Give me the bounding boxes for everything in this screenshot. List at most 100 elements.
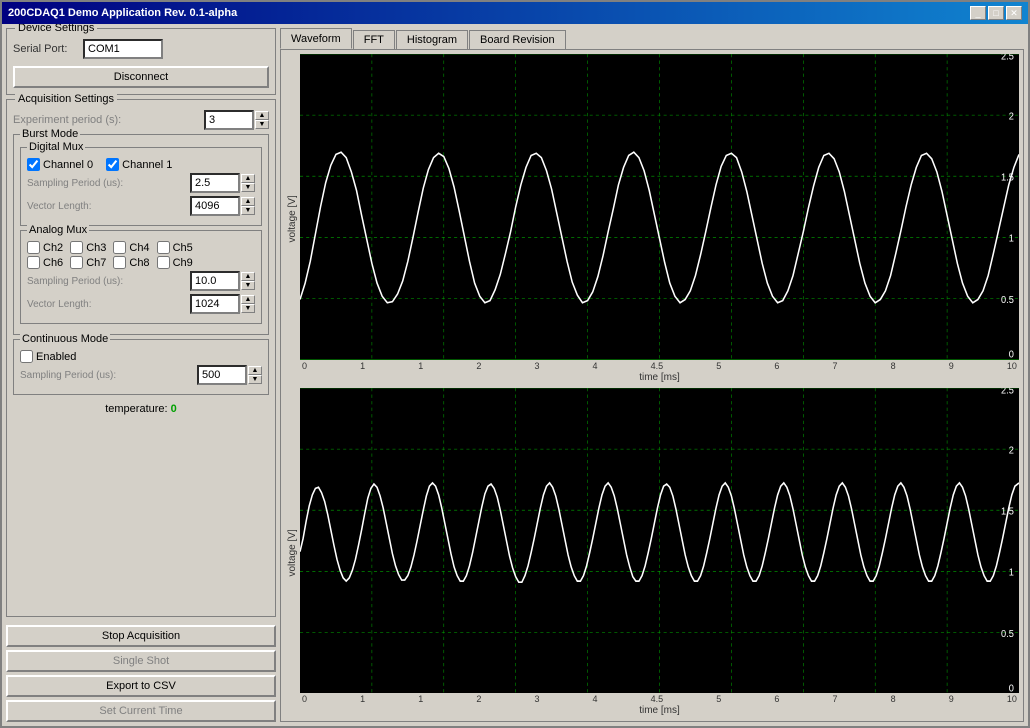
- continuous-sampling-row: Sampling Period (us): ▲ ▼: [20, 365, 262, 385]
- digital-mux-group: Digital Mux Channel 0 Channel 1 Sampling…: [20, 147, 262, 226]
- digital-vector-input[interactable]: [190, 196, 240, 216]
- channel0-checkbox[interactable]: [27, 158, 40, 171]
- svg-text:0.5: 0.5: [1001, 295, 1014, 306]
- ch5-checkbox[interactable]: [157, 241, 170, 254]
- digital-sampling-down[interactable]: ▼: [241, 183, 255, 192]
- chart2-container: 2.5 2 1.5 1 0.5 0: [300, 388, 1019, 694]
- analog-sampling-input[interactable]: [190, 271, 240, 291]
- chart1-svg: 2.5 2 1.5 1 0.5 0: [300, 54, 1019, 360]
- continuous-sampling-up[interactable]: ▲: [248, 366, 262, 375]
- analog-vector-btns: ▲ ▼: [241, 295, 255, 313]
- digital-sampling-up[interactable]: ▲: [241, 174, 255, 183]
- ch8-label: Ch8: [129, 257, 149, 269]
- stop-acquisition-button[interactable]: Stop Acquisition: [6, 625, 276, 647]
- analog-vector-row: Vector Length: ▲ ▼: [27, 294, 255, 314]
- disconnect-button[interactable]: Disconnect: [13, 66, 269, 88]
- chart1-x-ticks: 0 1 1 2 3 4 4.5 5 6 7 8 9 10: [300, 360, 1019, 371]
- svg-text:2.5: 2.5: [1001, 388, 1014, 397]
- analog-mux-group: Analog Mux Ch2 Ch3 Ch4 Ch5 Ch6 Ch7: [20, 230, 262, 324]
- temperature-value: 0: [171, 403, 177, 415]
- digital-sampling-input[interactable]: [190, 173, 240, 193]
- chart1-container: 2.5 2 1.5 1 0.5 0: [300, 54, 1019, 360]
- analog-sampling-label: Sampling Period (us):: [27, 276, 190, 287]
- ch4-checkbox[interactable]: [113, 241, 126, 254]
- analog-channels-row1: Ch2 Ch3 Ch4 Ch5 Ch6 Ch7 Ch8 Ch9: [27, 241, 255, 269]
- continuous-mode-title: Continuous Mode: [20, 333, 110, 345]
- ch3-checkbox[interactable]: [70, 241, 83, 254]
- ch9-checkbox[interactable]: [157, 256, 170, 269]
- ch7-label: Ch7: [86, 257, 106, 269]
- experiment-period-up[interactable]: ▲: [255, 111, 269, 120]
- digital-sampling-btns: ▲ ▼: [241, 174, 255, 192]
- chart2-svg: 2.5 2 1.5 1 0.5 0: [300, 388, 1019, 694]
- serial-port-input[interactable]: [83, 39, 163, 59]
- export-csv-button[interactable]: Export to CSV: [6, 675, 276, 697]
- svg-text:1: 1: [1009, 567, 1014, 578]
- maximize-button[interactable]: □: [988, 6, 1004, 20]
- continuous-sampling-label: Sampling Period (us):: [20, 370, 197, 381]
- content-area: Device Settings Serial Port: Disconnect …: [2, 24, 1028, 726]
- burst-mode-group: Burst Mode Digital Mux Channel 0 Channel…: [13, 134, 269, 335]
- ch8-checkbox[interactable]: [113, 256, 126, 269]
- right-panel: Waveform FFT Histogram Board Revision vo…: [280, 28, 1024, 722]
- burst-mode-title: Burst Mode: [20, 128, 80, 140]
- tab-fft[interactable]: FFT: [353, 30, 395, 49]
- continuous-sampling-input[interactable]: [197, 365, 247, 385]
- analog-vector-down[interactable]: ▼: [241, 304, 255, 313]
- ch4-label: Ch4: [129, 242, 149, 254]
- experiment-period-input[interactable]: [204, 110, 254, 130]
- set-current-time-button[interactable]: Set Current Time: [6, 700, 276, 722]
- channel0-row: Channel 0 Channel 1: [27, 158, 255, 171]
- chart2-with-axis: 2.5 2 1.5 1 0.5 0 0: [300, 388, 1019, 718]
- chart2-x-label: time [ms]: [300, 704, 1019, 717]
- continuous-enabled-checkbox[interactable]: [20, 350, 33, 363]
- minimize-button[interactable]: _: [970, 6, 986, 20]
- analog-vector-label: Vector Length:: [27, 299, 190, 310]
- analog-sampling-spinner: ▲ ▼: [190, 271, 255, 291]
- svg-text:1: 1: [1009, 233, 1014, 244]
- tab-bar: Waveform FFT Histogram Board Revision: [280, 28, 1024, 49]
- channel1-checkbox[interactable]: [106, 158, 119, 171]
- ch3-label: Ch3: [86, 242, 106, 254]
- main-window: 200CDAQ1 Demo Application Rev. 0.1-alpha…: [0, 0, 1030, 728]
- continuous-sampling-down[interactable]: ▼: [248, 375, 262, 384]
- acquisition-settings-group: Acquisition Settings Experiment period (…: [6, 99, 276, 617]
- continuous-sampling-spinner: ▲ ▼: [197, 365, 262, 385]
- ch2-checkbox[interactable]: [27, 241, 40, 254]
- ch6-label: Ch6: [43, 257, 63, 269]
- ch7-checkbox[interactable]: [70, 256, 83, 269]
- analog-sampling-down[interactable]: ▼: [241, 281, 255, 290]
- experiment-period-down[interactable]: ▼: [255, 120, 269, 129]
- left-panel: Device Settings Serial Port: Disconnect …: [6, 28, 276, 722]
- analog-sampling-up[interactable]: ▲: [241, 272, 255, 281]
- tab-waveform[interactable]: Waveform: [280, 28, 352, 49]
- digital-vector-down[interactable]: ▼: [241, 206, 255, 215]
- analog-vector-up[interactable]: ▲: [241, 295, 255, 304]
- analog-vector-input[interactable]: [190, 294, 240, 314]
- ch5-label: Ch5: [173, 242, 193, 254]
- acquisition-settings-title: Acquisition Settings: [15, 93, 117, 105]
- continuous-enabled-row: Enabled: [20, 350, 262, 363]
- temperature-row: temperature: 0: [13, 399, 269, 419]
- experiment-period-spinner: ▲ ▼: [204, 110, 269, 130]
- tab-histogram[interactable]: Histogram: [396, 30, 468, 49]
- device-settings-title: Device Settings: [15, 24, 97, 34]
- digital-sampling-label: Sampling Period (us):: [27, 178, 190, 189]
- chart1-x-label: time [ms]: [300, 371, 1019, 384]
- analog-vector-spinner: ▲ ▼: [190, 294, 255, 314]
- chart2-x-ticks: 0 1 1 2 3 4 4.5 5 6 7 8 9 10: [300, 693, 1019, 704]
- tab-board-revision[interactable]: Board Revision: [469, 30, 566, 49]
- single-shot-button[interactable]: Single Shot: [6, 650, 276, 672]
- window-title: 200CDAQ1 Demo Application Rev. 0.1-alpha: [8, 7, 237, 19]
- digital-vector-up[interactable]: ▲: [241, 197, 255, 206]
- action-buttons: Stop Acquisition Single Shot Export to C…: [6, 625, 276, 722]
- analog-sampling-btns: ▲ ▼: [241, 272, 255, 290]
- digital-sampling-spinner: ▲ ▼: [190, 173, 255, 193]
- channel0-label: Channel 0: [43, 159, 93, 171]
- close-button[interactable]: ✕: [1006, 6, 1022, 20]
- continuous-enabled-label: Enabled: [36, 351, 76, 363]
- ch9-label: Ch9: [173, 257, 193, 269]
- chart1-wrapper: voltage [V]: [285, 54, 1019, 384]
- tab-content-waveform: voltage [V]: [280, 49, 1024, 722]
- ch6-checkbox[interactable]: [27, 256, 40, 269]
